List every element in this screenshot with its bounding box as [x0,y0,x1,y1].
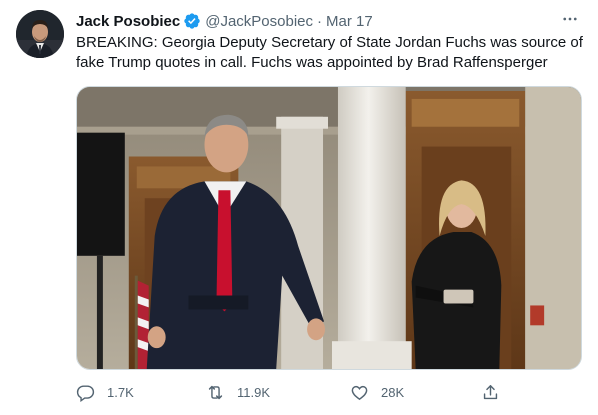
retweet-count: 11.9K [237,384,271,400]
tweet-actions: 1.7K 11.9K 28K [76,381,506,403]
tweet-header: Jack Posobiec @JackPosobiec · Mar 17 [76,11,582,31]
reply-button[interactable]: 1.7K [76,381,134,403]
header-separator: · [317,12,323,30]
share-icon [481,383,500,402]
reply-icon [76,383,95,402]
tweet[interactable]: Jack Posobiec @JackPosobiec · Mar 17 BRE… [0,0,598,415]
tweet-date[interactable]: Mar 17 [326,13,373,30]
tweet-text-line: fake Trump quotes in call. Fuchs was app… [76,54,548,71]
share-button[interactable] [481,381,500,403]
avatar[interactable] [16,10,64,58]
more-horizontal-icon[interactable] [558,9,582,29]
like-count: 28K [381,384,405,400]
tweet-photo[interactable] [76,86,582,370]
author-display-name[interactable]: Jack Posobiec [76,13,180,30]
verified-badge-icon [183,12,201,30]
tweet-text-line: BREAKING: Georgia Deputy Secretary of St… [76,34,583,51]
tweet-text: BREAKING: Georgia Deputy Secretary of St… [76,33,586,73]
retweet-button[interactable]: 11.9K [206,381,270,403]
reply-count: 1.7K [107,384,134,400]
author-handle[interactable]: @JackPosobiec [205,13,313,30]
like-button[interactable]: 28K [350,381,404,403]
heart-icon [350,383,369,402]
retweet-icon [206,383,225,402]
